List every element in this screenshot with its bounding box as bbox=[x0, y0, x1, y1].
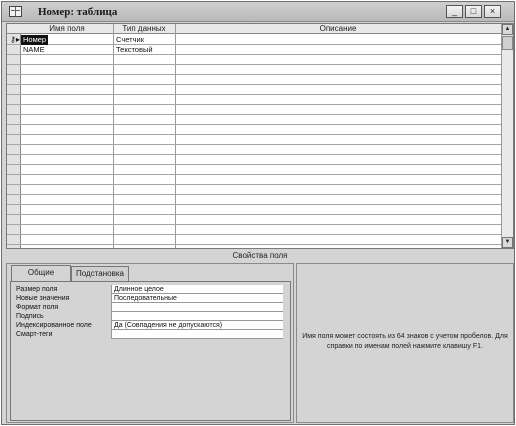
primary-key-icon: ⚷▸ bbox=[10, 35, 20, 44]
data-type-cell[interactable]: Счетчик bbox=[116, 35, 144, 45]
title-bar[interactable]: Номер: таблица _ □ × bbox=[2, 2, 514, 22]
column-header-field-name[interactable]: Имя поля bbox=[21, 24, 113, 34]
help-panel: Имя поля может состоять из 64 знаков с у… bbox=[296, 263, 514, 423]
table-row[interactable] bbox=[7, 145, 501, 155]
property-label: Смарт-теги bbox=[16, 331, 53, 338]
tab-lookup[interactable]: Подстановка bbox=[71, 266, 129, 281]
grid-header: Имя поля Тип данных Описание bbox=[7, 24, 501, 34]
property-label: Новые значения bbox=[16, 295, 70, 302]
table-row[interactable] bbox=[7, 195, 501, 205]
table-row[interactable] bbox=[7, 165, 501, 175]
column-header-data-type[interactable]: Тип данных bbox=[113, 24, 175, 34]
table-row[interactable] bbox=[7, 235, 501, 245]
property-value-field[interactable] bbox=[111, 330, 283, 339]
field-properties-panel: Общие Подстановка Размер поля Длинное цел… bbox=[6, 263, 294, 423]
property-label: Формат поля bbox=[16, 304, 59, 311]
vertical-scrollbar[interactable]: ▲ ▼ bbox=[501, 24, 513, 248]
window-title: Номер: таблица bbox=[38, 6, 118, 18]
scroll-thumb[interactable] bbox=[502, 36, 513, 50]
table-row[interactable] bbox=[7, 55, 501, 65]
table-row[interactable] bbox=[7, 215, 501, 225]
property-value-field[interactable] bbox=[111, 303, 283, 312]
property-label: Размер поля bbox=[16, 286, 58, 293]
property-label: Индексированное поле bbox=[16, 322, 92, 329]
property-list: Размер поля Длинное целое Новые значения По… bbox=[14, 285, 286, 339]
minimize-button[interactable]: _ bbox=[446, 5, 463, 18]
property-row: Смарт-теги bbox=[14, 330, 286, 339]
help-text: Имя поля может состоять из 64 знаков с у… bbox=[302, 333, 508, 350]
table-row[interactable] bbox=[7, 65, 501, 75]
property-row: Размер поля Длинное целое bbox=[14, 285, 286, 294]
tab-general[interactable]: Общие bbox=[11, 265, 71, 281]
table-row[interactable] bbox=[7, 155, 501, 165]
table-row[interactable] bbox=[7, 95, 501, 105]
table-row[interactable] bbox=[7, 205, 501, 215]
property-row: Индексированное поле Да (Совпадения не до… bbox=[14, 321, 286, 330]
column-header-description[interactable]: Описание bbox=[175, 24, 501, 34]
table-row[interactable]: NAME Текстовый bbox=[7, 45, 501, 55]
property-value-field[interactable]: Да (Совпадения не допускаются) bbox=[111, 321, 283, 330]
property-value-field[interactable] bbox=[111, 312, 283, 321]
scroll-down-button[interactable]: ▼ bbox=[502, 237, 513, 248]
grid-rows: ⚷▸ Номер Счетчик NAME Текстовый bbox=[7, 35, 501, 245]
maximize-button[interactable]: □ bbox=[465, 5, 482, 18]
table-row[interactable] bbox=[7, 125, 501, 135]
general-tab-body: Размер поля Длинное целое Новые значения По… bbox=[10, 281, 291, 421]
property-row: Новые значения Последовательные bbox=[14, 294, 286, 303]
property-row: Подпись bbox=[14, 312, 286, 321]
property-value-field[interactable]: Длинное целое bbox=[111, 285, 283, 294]
property-label: Подпись bbox=[16, 313, 44, 320]
table-design-window: Номер: таблица _ □ × Имя поля Тип данных… bbox=[1, 1, 515, 425]
table-row[interactable] bbox=[7, 75, 501, 85]
field-properties-title: Свойства поля bbox=[232, 251, 288, 260]
table-row[interactable] bbox=[7, 135, 501, 145]
field-grid: Имя поля Тип данных Описание ⚷▸ Номер Счет… bbox=[6, 23, 514, 249]
data-type-cell[interactable]: Текстовый bbox=[116, 45, 153, 55]
table-row[interactable] bbox=[7, 105, 501, 115]
scroll-up-button[interactable]: ▲ bbox=[502, 24, 513, 35]
table-icon bbox=[9, 6, 22, 17]
table-row[interactable] bbox=[7, 85, 501, 95]
table-row[interactable] bbox=[7, 115, 501, 125]
table-row[interactable] bbox=[7, 225, 501, 235]
field-name-cell[interactable]: NAME bbox=[23, 45, 45, 55]
table-row[interactable] bbox=[7, 185, 501, 195]
property-row: Формат поля bbox=[14, 303, 286, 312]
close-button[interactable]: × bbox=[484, 5, 501, 18]
table-row[interactable]: ⚷▸ Номер Счетчик bbox=[7, 35, 501, 45]
table-row[interactable] bbox=[7, 175, 501, 185]
field-name-cell[interactable]: Номер bbox=[21, 35, 49, 45]
property-value-field[interactable]: Последовательные bbox=[111, 294, 283, 303]
